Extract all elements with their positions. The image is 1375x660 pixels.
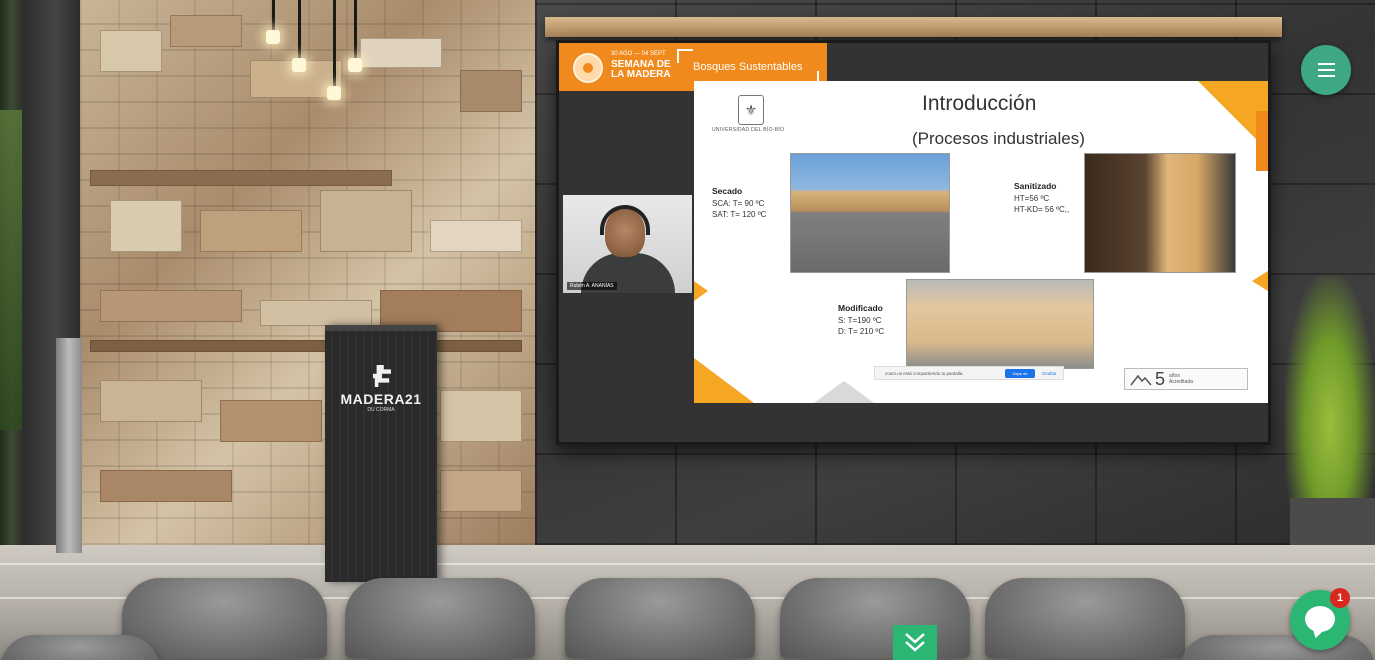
sanitizado-line-1: HT=56 ºC (1014, 194, 1050, 203)
event-name: SEMANA DE LA MADERA (611, 59, 671, 80)
secado-line-2: SAT: T= 120 ºC (712, 210, 767, 219)
session-title: Bosques Sustentables (693, 61, 803, 73)
modificado-line-1: S: T=190 ºC (838, 316, 882, 325)
audience-chair (345, 578, 535, 658)
screen-share-bar: zoom.us está compartiendo tu pantalla. D… (874, 366, 1064, 385)
semana-madera-logo-icon (573, 53, 603, 83)
right-plant (1285, 275, 1375, 525)
speaker-name-label: Rubén A. ANANÍAS (567, 282, 617, 290)
virtual-auditorium-scene: 30 AGO — 04 SEPT SEMANA DE LA MADERA Bos… (0, 0, 1375, 660)
sanitizado-photo (1084, 153, 1236, 273)
secado-line-1: SCA: T= 90 ºC (712, 199, 765, 208)
screen-wood-valance (545, 17, 1282, 37)
chat-unread-badge: 1 (1330, 588, 1350, 608)
podium: MADERA21 DU CORMA (325, 325, 437, 582)
slide-title: Introducción (922, 92, 1037, 115)
slide-subtitle: (Procesos industriales) (912, 129, 1085, 148)
sanitizado-line-2: HT-KD= 56 ºC,, (1014, 205, 1070, 214)
pendant-lamp (348, 58, 362, 72)
madera21-logo-icon (373, 365, 391, 387)
speaker-webcam: Rubén A. ANANÍAS (563, 195, 692, 293)
secado-heading: Secado (712, 186, 743, 196)
modificado-line-2: D: T= 210 ºC (838, 327, 885, 336)
bracket-deco (677, 49, 693, 63)
chat-bubble-icon (1305, 606, 1335, 632)
share-message: zoom.us está compartiendo tu pantalla. (885, 371, 964, 376)
event-dates: 30 AGO — 04 SEPT (611, 51, 666, 57)
modificado-photo (906, 279, 1094, 369)
audience-chair (0, 635, 160, 660)
pendant-lamp (292, 58, 306, 72)
stop-sharing-button[interactable]: Dejar de compartir (1005, 369, 1035, 385)
hamburger-menu-icon (1318, 63, 1335, 65)
university-crest-icon: ⚜ (738, 95, 764, 125)
secado-photo (790, 153, 950, 273)
sanitizado-heading: Sanitizado (1014, 181, 1057, 191)
planter (1290, 498, 1375, 545)
scroll-down-button[interactable] (893, 625, 937, 660)
shared-slide: ⚜ UNIVERSIDAD DEL BÍO-BÍO Introducción (… (694, 81, 1268, 403)
stand-pillar (56, 338, 82, 553)
audience-chair (565, 578, 755, 658)
audience-chair (985, 578, 1185, 658)
chat-button[interactable]: 1 (1290, 588, 1350, 650)
accreditation-text: años Acreditada (1169, 373, 1193, 385)
left-plant (0, 110, 22, 430)
hide-share-bar-button[interactable]: Ocultar (1042, 371, 1057, 376)
accreditation-badge: 5 años Acreditada (1124, 368, 1248, 390)
audience-chair (1180, 635, 1375, 660)
accreditation-years: 5 (1155, 369, 1166, 389)
pendant-lamp (266, 30, 280, 44)
audience-chair (122, 578, 327, 658)
podium-brand-name: MADERA21 (340, 391, 422, 407)
headset (600, 205, 650, 235)
university-name: UNIVERSIDAD DEL BÍO-BÍO (712, 127, 785, 133)
hamburger-menu-button[interactable] (1301, 45, 1351, 95)
chevron-double-down-icon (905, 633, 925, 652)
presentation-screen[interactable]: 30 AGO — 04 SEPT SEMANA DE LA MADERA Bos… (556, 40, 1271, 445)
podium-top (325, 325, 437, 331)
pendant-lamp (327, 86, 341, 100)
podium-brand-sub: DU CORMA (367, 407, 395, 413)
audience-chair (780, 578, 970, 658)
wood-panel-wall (80, 0, 535, 545)
modificado-heading: Modificado (838, 303, 883, 313)
accreditation-logo-icon (1130, 374, 1152, 386)
